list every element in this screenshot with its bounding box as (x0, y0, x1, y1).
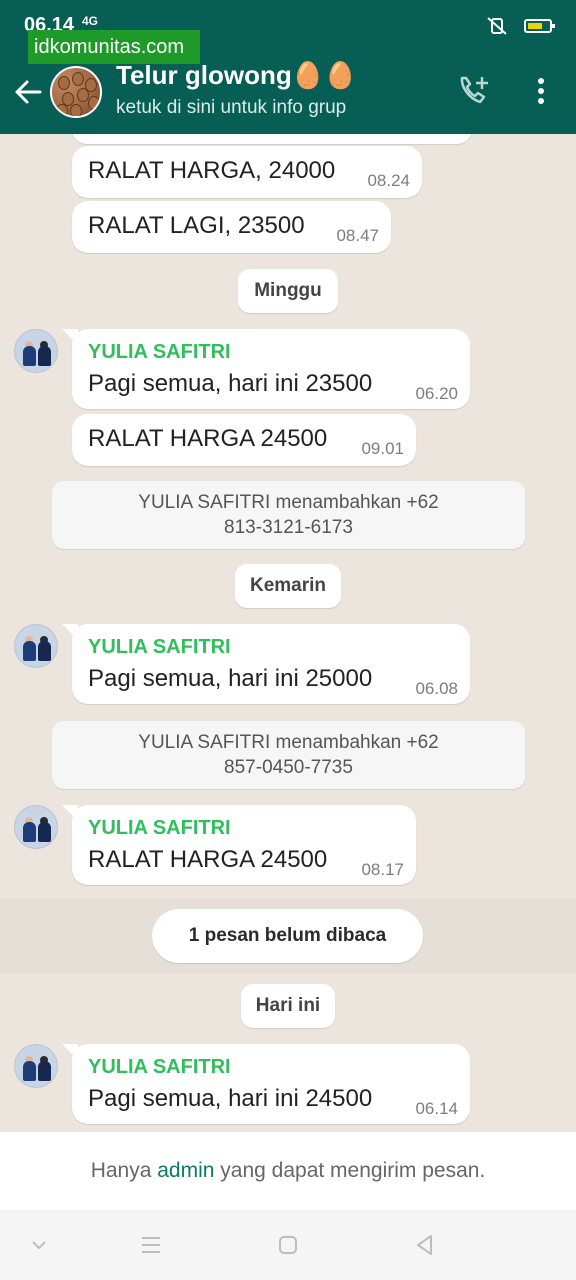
add-call-icon[interactable] (456, 74, 490, 108)
back-triangle-icon[interactable] (412, 1232, 438, 1258)
message-list[interactable]: RALAT HARGA, 24000 08.24 RALAT LAGI, 235… (0, 134, 576, 1132)
notice-suffix: yang dapat mengirim pesan. (220, 1159, 486, 1182)
system-message: YULIA SAFITRI menambahkan +62 857-0450-7… (52, 721, 525, 789)
system-navigation-bar (0, 1210, 576, 1280)
date-separator: Minggu (238, 269, 338, 313)
message-time: 08.47 (336, 226, 379, 245)
message-time: 08.17 (361, 860, 404, 879)
sender-avatar[interactable] (14, 1044, 58, 1088)
system-message: YULIA SAFITRI menambahkan +62 813-3121-6… (52, 481, 525, 549)
sender-name[interactable]: YULIA SAFITRI (88, 817, 231, 840)
menu-icon[interactable] (138, 1232, 164, 1258)
message-time: 06.20 (415, 384, 458, 403)
chevron-down-icon[interactable] (26, 1232, 52, 1258)
message-bubble[interactable]: RALAT HARGA 24500 09.01 (72, 414, 416, 466)
sender-avatar[interactable] (14, 805, 58, 849)
message-time: 08.24 (367, 171, 410, 190)
message-bubble[interactable]: RALAT LAGI, 23500 08.47 (72, 201, 391, 253)
message-bubble[interactable]: YULIA SAFITRI RALAT HARGA 24500 08.17 (72, 805, 416, 885)
sender-name[interactable]: YULIA SAFITRI (88, 636, 231, 659)
admin-link[interactable]: admin (157, 1159, 214, 1182)
group-info-hint[interactable]: ketuk di sini untuk info grup (116, 97, 346, 119)
system-message-line: YULIA SAFITRI menambahkan +62 (138, 492, 439, 513)
chat-header: 06.14 4G idkomunitas.com Telur glowong🥚🥚… (0, 0, 576, 134)
system-message-line: 813-3121-6173 (224, 517, 353, 538)
home-icon[interactable] (275, 1232, 301, 1258)
watermark: idkomunitas.com (28, 30, 200, 64)
status-icons (486, 16, 555, 36)
system-message-line: 857-0450-7735 (224, 757, 353, 778)
message-bubble[interactable]: YULIA SAFITRI Pagi semua, hari ini 25000… (72, 624, 470, 704)
notice-prefix: Hanya (90, 1159, 152, 1182)
message-text: RALAT LAGI, 23500 (88, 212, 305, 239)
message-time: 06.14 (415, 1099, 458, 1118)
mute-vibrate-icon (487, 17, 507, 35)
sender-name[interactable]: YULIA SAFITRI (88, 341, 231, 364)
message-time: 06.08 (415, 679, 458, 698)
date-separator: Kemarin (235, 564, 341, 608)
sender-avatar[interactable] (14, 624, 58, 668)
overflow-menu-icon[interactable] (534, 76, 548, 106)
group-avatar[interactable] (50, 66, 102, 118)
date-separator: Hari ini (241, 984, 335, 1028)
sender-name[interactable]: YULIA SAFITRI (88, 1056, 231, 1079)
message-bubble-partial[interactable] (72, 134, 472, 144)
battery-icon (524, 19, 555, 33)
message-text: RALAT HARGA 24500 (88, 425, 328, 452)
back-arrow-icon[interactable] (14, 78, 42, 106)
system-message-line: YULIA SAFITRI menambahkan +62 (138, 732, 439, 753)
network-indicator: 4G (82, 14, 99, 28)
message-time: 09.01 (361, 439, 404, 458)
message-bubble[interactable]: RALAT HARGA, 24000 08.24 (72, 146, 422, 198)
message-text: Pagi semua, hari ini 25000 (88, 665, 373, 692)
message-bubble[interactable]: YULIA SAFITRI Pagi semua, hari ini 24500… (72, 1044, 470, 1124)
message-text: RALAT HARGA, 24000 (88, 157, 336, 184)
message-text: Pagi semua, hari ini 24500 (88, 1085, 373, 1112)
admin-only-notice: Hanya admin yang dapat mengirim pesan. (0, 1132, 576, 1210)
unread-messages-label: 1 pesan belum dibaca (152, 909, 423, 963)
message-bubble[interactable]: YULIA SAFITRI Pagi semua, hari ini 23500… (72, 329, 470, 409)
group-title[interactable]: Telur glowong🥚🥚 (116, 60, 356, 91)
sender-avatar[interactable] (14, 329, 58, 373)
message-text: Pagi semua, hari ini 23500 (88, 370, 373, 397)
message-text: RALAT HARGA 24500 (88, 846, 328, 873)
